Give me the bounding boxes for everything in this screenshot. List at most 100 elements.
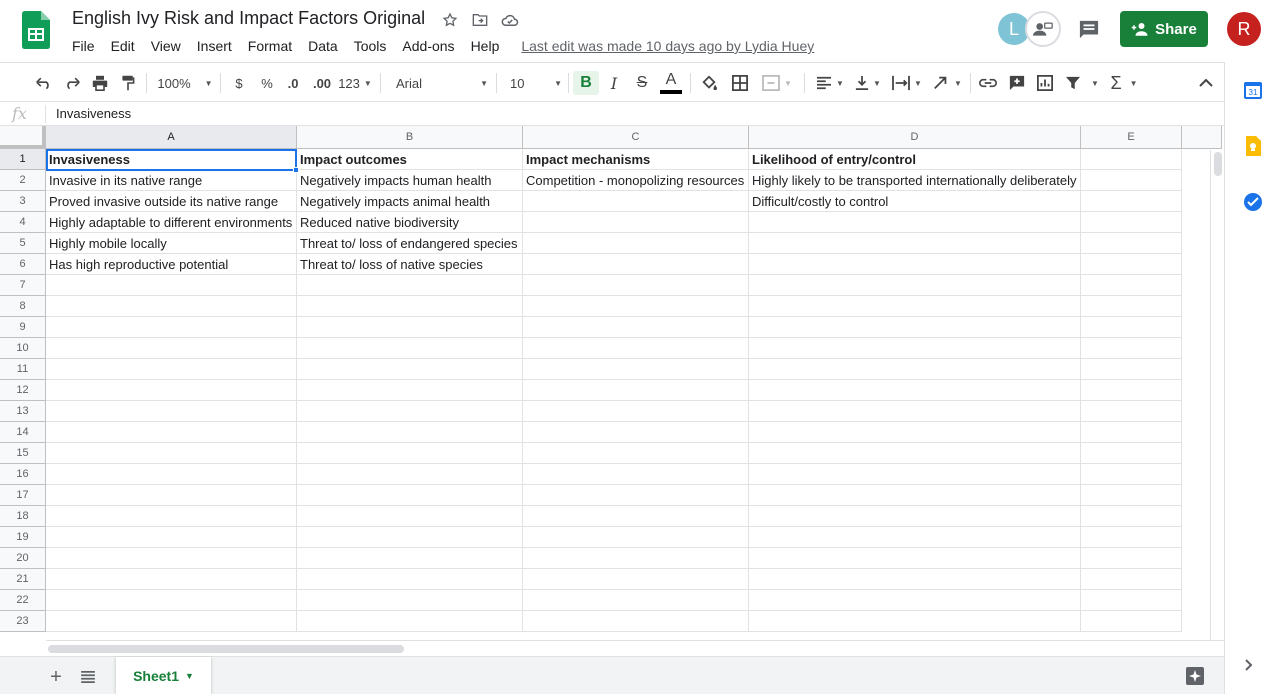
row-header-6[interactable]: 6 [0,254,46,275]
column-header-a[interactable]: A [46,126,297,149]
cell-d4[interactable] [749,212,1081,233]
cell-d22[interactable] [749,590,1081,611]
functions-icon[interactable]: Σ ▼ [1108,71,1140,95]
cell-a14[interactable] [46,422,297,443]
cell-c12[interactable] [523,380,749,401]
doc-title[interactable]: English Ivy Risk and Impact Factors Orig… [72,8,425,29]
vertical-align-icon[interactable]: ▼ [852,71,884,95]
cell-c1[interactable]: Impact mechanisms [523,149,749,170]
print-icon[interactable] [90,71,110,95]
cell-a18[interactable] [46,506,297,527]
cell-e16[interactable] [1081,464,1182,485]
cell-d20[interactable] [749,548,1081,569]
undo-icon[interactable] [34,71,54,95]
cell-e10[interactable] [1081,338,1182,359]
cell-b15[interactable] [297,443,523,464]
column-header-e[interactable]: E [1081,126,1182,149]
cell-d9[interactable] [749,317,1081,338]
cell-d10[interactable] [749,338,1081,359]
more-formats-select[interactable]: 123 ▼ [338,71,372,95]
cell-b10[interactable] [297,338,523,359]
row-header-12[interactable]: 12 [0,380,46,401]
spreadsheet-grid[interactable]: ABCDE 1 2 3 4 5 6 7 8 9 10 11 12 13 14 15 16 17 18 19 20 21 2… [0,126,1224,640]
cell-b11[interactable] [297,359,523,380]
cell-e1[interactable] [1081,149,1182,170]
strikethrough-button[interactable]: S [631,71,653,95]
font-size-select[interactable]: 10 ▼ [504,71,562,95]
cell-b13[interactable] [297,401,523,422]
row-header-3[interactable]: 3 [0,191,46,212]
cell-b2[interactable]: Negatively impacts human health [297,170,523,191]
cell-c21[interactable] [523,569,749,590]
select-all-corner[interactable] [0,126,46,149]
account-avatar[interactable]: R [1227,12,1261,46]
insert-link-icon[interactable] [977,71,999,95]
cell-c20[interactable] [523,548,749,569]
cell-a19[interactable] [46,527,297,548]
cell-b8[interactable] [297,296,523,317]
cell-e20[interactable] [1081,548,1182,569]
cell-c11[interactable] [523,359,749,380]
formula-input[interactable]: Invasiveness [56,106,131,121]
fill-color-icon[interactable] [698,71,720,95]
cell-d14[interactable] [749,422,1081,443]
cell-b6[interactable]: Threat to/ loss of native species [297,254,523,275]
row-header-14[interactable]: 14 [0,422,46,443]
cell-d3[interactable]: Difficult/costly to control [749,191,1081,212]
cell-b12[interactable] [297,380,523,401]
bold-button[interactable]: B [573,71,599,95]
cell-d11[interactable] [749,359,1081,380]
row-header-10[interactable]: 10 [0,338,46,359]
cell-b3[interactable]: Negatively impacts animal health [297,191,523,212]
decrease-decimal-button[interactable]: .0 [283,71,303,95]
fill-handle[interactable] [293,167,299,173]
menu-tools[interactable]: Tools [346,36,395,56]
text-color-button[interactable]: A [659,71,683,95]
cell-d6[interactable] [749,254,1081,275]
row-header-1[interactable]: 1 [0,149,46,170]
cell-d17[interactable] [749,485,1081,506]
font-family-select[interactable]: Arial ▼ [390,71,488,95]
cell-e9[interactable] [1081,317,1182,338]
cell-a20[interactable] [46,548,297,569]
cell-d15[interactable] [749,443,1081,464]
cell-c9[interactable] [523,317,749,338]
cell-b19[interactable] [297,527,523,548]
percent-format-button[interactable]: % [258,71,276,95]
sheets-logo-icon[interactable] [22,11,50,49]
menu-data[interactable]: Data [300,36,346,56]
increase-decimal-button[interactable]: .00 [311,71,333,95]
column-header-b[interactable]: B [297,126,523,149]
vertical-scrollbar[interactable] [1210,150,1224,640]
row-header-5[interactable]: 5 [0,233,46,254]
insert-comment-icon[interactable] [1006,71,1028,95]
row-header-13[interactable]: 13 [0,401,46,422]
cell-b9[interactable] [297,317,523,338]
cell-c5[interactable] [523,233,749,254]
share-button[interactable]: Share [1120,11,1208,47]
cell-d18[interactable] [749,506,1081,527]
cell-c22[interactable] [523,590,749,611]
row-header-23[interactable]: 23 [0,611,46,632]
insert-chart-icon[interactable] [1034,71,1056,95]
menu-file[interactable]: File [64,36,103,56]
cell-d21[interactable] [749,569,1081,590]
cell-a7[interactable] [46,275,297,296]
cell-a4[interactable]: Highly adaptable to different environmen… [46,212,297,233]
row-header-8[interactable]: 8 [0,296,46,317]
row-header-15[interactable]: 15 [0,443,46,464]
row-header-16[interactable]: 16 [0,464,46,485]
cell-e17[interactable] [1081,485,1182,506]
cell-b17[interactable] [297,485,523,506]
horizontal-scroll-thumb[interactable] [48,645,404,653]
move-folder-icon[interactable] [470,10,490,30]
cell-c6[interactable] [523,254,749,275]
cell-d8[interactable] [749,296,1081,317]
row-header-9[interactable]: 9 [0,317,46,338]
cell-e11[interactable] [1081,359,1182,380]
sheet-tab[interactable]: Sheet1 ▼ [116,657,211,694]
paint-format-icon[interactable] [118,71,138,95]
cell-a3[interactable]: Proved invasive outside its native range [46,191,297,212]
collapse-menus-icon[interactable] [1196,71,1216,95]
menu-edit[interactable]: Edit [103,36,143,56]
